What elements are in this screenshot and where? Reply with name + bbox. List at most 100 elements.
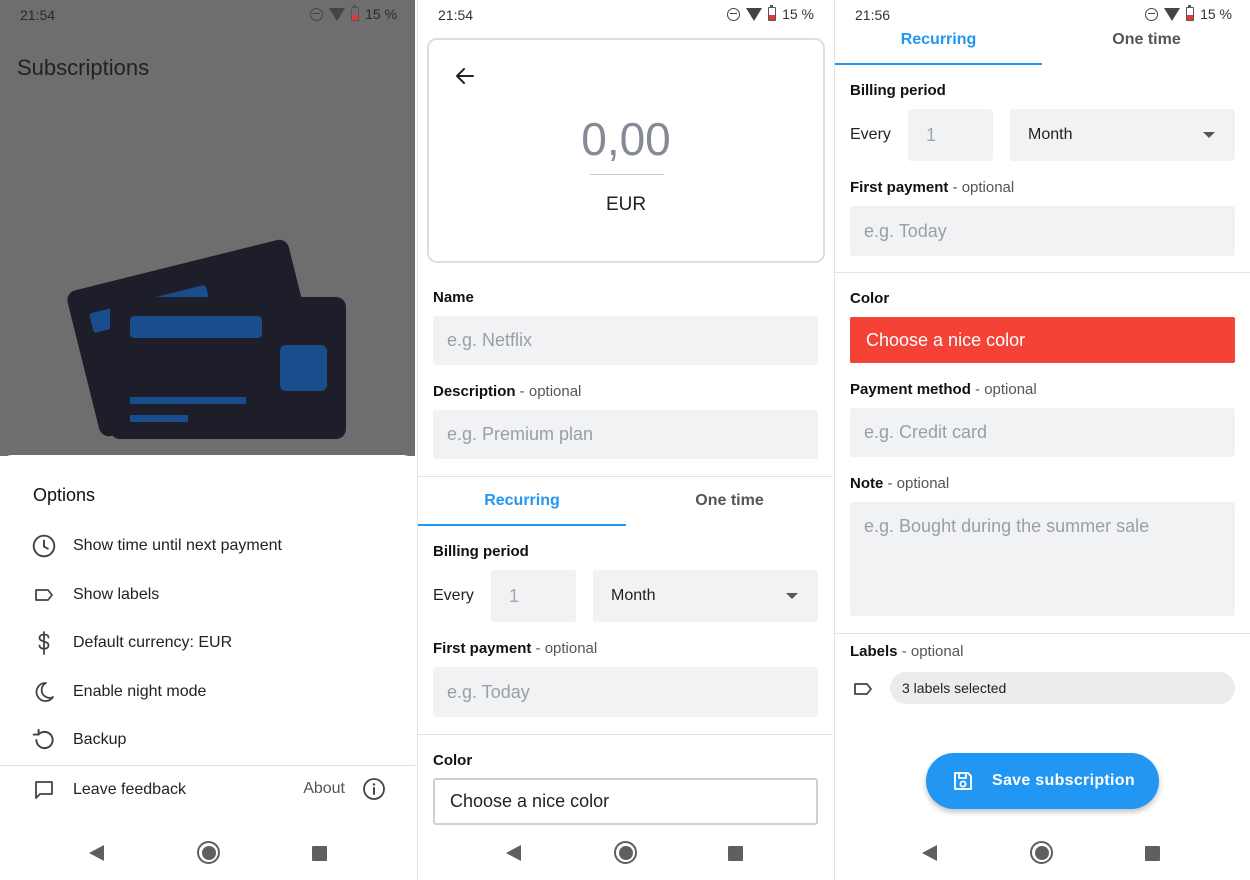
label-icon <box>30 581 58 609</box>
option-backup[interactable]: Backup <box>30 725 126 755</box>
screen-options: 21:54 15 % Subscriptions Options Show ti… <box>0 0 415 880</box>
save-label: Save subscription <box>992 772 1135 789</box>
battery-icon <box>768 5 777 21</box>
nav-back-button[interactable] <box>89 845 104 861</box>
option-default-currency[interactable]: Default currency: EUR <box>30 628 232 658</box>
nav-home-button[interactable] <box>197 841 220 864</box>
about-label: About <box>303 780 345 797</box>
divider <box>418 734 832 735</box>
billing-count-input[interactable]: 1 <box>491 570 576 622</box>
note-textarea[interactable]: e.g. Bought during the summer sale <box>850 502 1235 616</box>
status-time: 21:54 <box>438 7 474 23</box>
option-show-labels[interactable]: Show labels <box>30 580 159 610</box>
divider <box>0 765 415 766</box>
billing-period-label: Billing period <box>850 82 946 99</box>
sheet-title: Options <box>33 485 96 505</box>
wifi-icon <box>329 7 346 21</box>
nav-recents-button[interactable] <box>1145 846 1160 861</box>
screen-add-subscription: 21:54 15 % 0,00 EUR Name e.g. Netflix De… <box>417 0 832 880</box>
first-payment-label: First payment - optional <box>850 179 1015 196</box>
every-label: Every <box>433 587 474 604</box>
description-label: Description - optional <box>433 383 582 400</box>
wifi-icon <box>746 7 763 21</box>
option-label: Backup <box>73 731 127 748</box>
status-time: 21:54 <box>20 7 56 23</box>
options-bottom-sheet: Options Show time until next payment Sho… <box>0 455 415 880</box>
save-icon <box>950 768 976 794</box>
billing-period-select[interactable]: Month <box>593 570 818 622</box>
clock-icon <box>30 532 58 560</box>
amount-card: 0,00 EUR <box>427 38 825 263</box>
tab-indicator <box>418 524 626 526</box>
system-nav-bar <box>0 828 415 880</box>
battery-icon <box>351 5 360 21</box>
option-show-time-until-next-payment[interactable]: Show time until next payment <box>30 531 282 561</box>
card-front <box>110 297 346 439</box>
battery-level: 15 % <box>782 6 814 22</box>
amount-underline <box>590 174 664 175</box>
name-label: Name <box>433 289 474 306</box>
color-label: Color <box>850 290 890 307</box>
billing-period-label: Billing period <box>433 543 529 560</box>
currency-selector[interactable]: EUR <box>429 194 823 216</box>
info-icon <box>361 776 387 802</box>
labels-label: Labels - optional <box>850 643 964 660</box>
nav-recents-button[interactable] <box>728 846 743 861</box>
battery-level: 15 % <box>365 6 397 22</box>
page-title: Subscriptions <box>17 55 150 80</box>
option-label: Leave feedback <box>73 781 186 798</box>
tab-recurring[interactable]: Recurring <box>418 477 626 525</box>
option-label: Show time until next payment <box>73 537 282 554</box>
tab-indicator <box>835 63 1042 65</box>
billing-period-select[interactable]: Month <box>1010 109 1235 161</box>
system-nav-bar <box>835 828 1250 880</box>
first-payment-input[interactable]: e.g. Today <box>850 206 1235 256</box>
option-label: Show labels <box>73 586 160 603</box>
amount-input[interactable]: 0,00 <box>429 112 823 166</box>
option-enable-night-mode[interactable]: Enable night mode <box>30 677 206 707</box>
option-label: Default currency: EUR <box>73 634 233 651</box>
first-payment-input[interactable]: e.g. Today <box>433 667 818 717</box>
save-subscription-button[interactable]: Save subscription <box>926 753 1159 809</box>
name-input[interactable]: e.g. Netflix <box>433 316 818 365</box>
option-label: Enable night mode <box>73 683 207 700</box>
tab-one-time[interactable]: One time <box>626 477 832 525</box>
payment-method-label: Payment method - optional <box>850 381 1037 398</box>
payment-method-input[interactable]: e.g. Credit card <box>850 408 1235 457</box>
status-bar: 21:54 15 % <box>0 0 415 30</box>
dropdown-arrow-icon <box>786 593 798 599</box>
nav-home-button[interactable] <box>614 841 637 864</box>
dollar-icon <box>30 629 58 657</box>
every-label: Every <box>850 126 891 143</box>
back-arrow-icon[interactable] <box>453 64 477 88</box>
divider <box>835 633 1250 634</box>
labels-chip[interactable]: 3 labels selected <box>890 672 1235 704</box>
nav-back-button[interactable] <box>506 845 521 861</box>
tab-recurring[interactable]: Recurring <box>835 16 1042 64</box>
color-label: Color <box>433 752 473 769</box>
nav-recents-button[interactable] <box>312 846 327 861</box>
tab-one-time[interactable]: One time <box>1042 16 1250 64</box>
divider <box>835 272 1250 273</box>
color-picker-button[interactable]: Choose a nice color <box>850 317 1235 363</box>
dimmed-background[interactable]: 21:54 15 % Subscriptions <box>0 0 415 456</box>
nav-home-button[interactable] <box>1030 841 1053 864</box>
note-label: Note - optional <box>850 475 950 492</box>
option-leave-feedback[interactable]: Leave feedback <box>30 775 186 805</box>
billing-count-input[interactable]: 1 <box>908 109 993 161</box>
moon-icon <box>30 678 58 706</box>
screen-add-subscription-scrolled: 21:56 15 % Recurring One time Billing pe… <box>834 0 1250 880</box>
system-nav-bar <box>418 828 832 880</box>
do-not-disturb-icon <box>727 7 741 21</box>
status-bar: 21:54 15 % <box>418 0 832 30</box>
color-picker-button[interactable]: Choose a nice color <box>433 778 818 825</box>
about-button[interactable]: About <box>303 776 387 802</box>
first-payment-label: First payment - optional <box>433 640 598 657</box>
do-not-disturb-icon <box>310 7 324 21</box>
label-icon <box>851 677 875 701</box>
feedback-icon <box>30 776 58 804</box>
backup-icon <box>30 726 58 754</box>
nav-back-button[interactable] <box>922 845 937 861</box>
dropdown-arrow-icon <box>1203 132 1215 138</box>
description-input[interactable]: e.g. Premium plan <box>433 410 818 459</box>
